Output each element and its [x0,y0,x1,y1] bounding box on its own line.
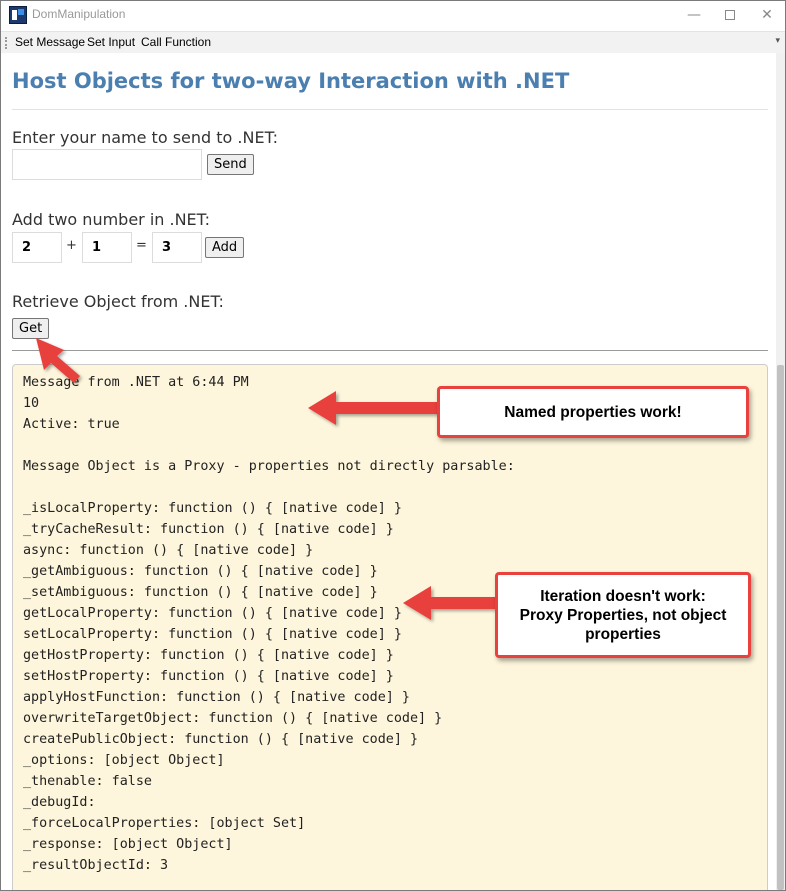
vertical-scrollbar[interactable] [776,53,785,890]
output-line: _response: [object Object] [23,837,233,852]
maximize-icon [725,10,735,20]
number-a-input[interactable] [12,232,62,263]
callout-iteration-line: Proxy Properties, not object [519,606,727,624]
output-line: applyHostFunction: function () { [native… [23,690,410,705]
menu-item-call-function[interactable]: Call Function [141,35,211,49]
callout-named-properties: Named properties work! [437,386,749,438]
overflow-chevron-icon[interactable]: ▾ [775,36,780,46]
divider [12,109,768,110]
output-line: _options: [object Object] [23,753,225,768]
menu-bar: Set Message Set Input Call Function ▾ [1,31,785,53]
output-line: setHostProperty: function () { [native c… [23,669,394,684]
output-line: _debugId: [23,795,96,810]
output-line: _setAmbiguous: function () { [native cod… [23,585,378,600]
add-button[interactable]: Add [205,237,245,258]
divider [12,350,768,351]
output-line: getHostProperty: function () { [native c… [23,648,394,663]
maximize-button[interactable] [711,1,749,31]
output-line: _tryCacheResult: function () { [native c… [23,522,394,537]
output-line: overwriteTargetObject: function () { [na… [23,711,443,726]
scrollbar-thumb[interactable] [777,365,784,890]
minimize-button[interactable]: — [675,1,713,31]
page-title: Host Objects for two-way Interaction wit… [12,69,570,93]
retrieve-label: Retrieve Object from .NET: [12,292,224,311]
output-line: 10 [23,396,40,411]
app-icon [9,6,27,24]
output-line: getLocalProperty: function () { [native … [23,606,402,621]
name-label: Enter your name to send to .NET: [12,128,278,147]
output-line: async: function () { [native code] } [23,543,314,558]
plus-sign: + [66,238,77,253]
output-line: _isLocalProperty: function () { [native … [23,501,402,516]
equals-sign: = [136,238,147,253]
output-line: _getAmbiguous: function () { [native cod… [23,564,378,579]
window-title: DomManipulation [32,7,126,21]
callout-iteration-line: properties [585,625,661,643]
result-input[interactable] [152,232,202,263]
callout-iteration-line: Iteration doesn't work: [540,587,706,605]
name-input[interactable] [12,149,202,180]
send-button[interactable]: Send [207,154,254,175]
menu-item-set-message[interactable]: Set Message [15,35,85,49]
output-line: createPublicObject: function () { [nativ… [23,732,419,747]
toolbar-grip-icon[interactable] [5,37,8,49]
output-line: setLocalProperty: function () { [native … [23,627,402,642]
output-line: _thenable: false [23,774,152,789]
output-line: Active: true [23,417,120,432]
output-line: _forceLocalProperties: [object Set] [23,816,306,831]
output-line: Message Object is a Proxy - properties n… [23,459,515,474]
number-b-input[interactable] [82,232,132,263]
get-button[interactable]: Get [12,318,50,339]
output-line: Message from .NET at 6:44 PM [23,375,249,390]
close-button[interactable]: ✕ [748,1,785,31]
app-window: DomManipulation — ✕ Set Message Set Inpu… [0,0,786,891]
menu-item-set-input[interactable]: Set Input [87,35,135,49]
callout-iteration: Iteration doesn't work: Proxy Properties… [495,572,751,658]
title-bar[interactable]: DomManipulation — ✕ [1,1,785,31]
add-label: Add two number in .NET: [12,210,211,229]
callout-named-properties-text: Named properties work! [504,403,682,421]
output-line: _resultObjectId: 3 [23,858,169,873]
web-content: Host Objects for two-way Interaction wit… [1,53,777,890]
